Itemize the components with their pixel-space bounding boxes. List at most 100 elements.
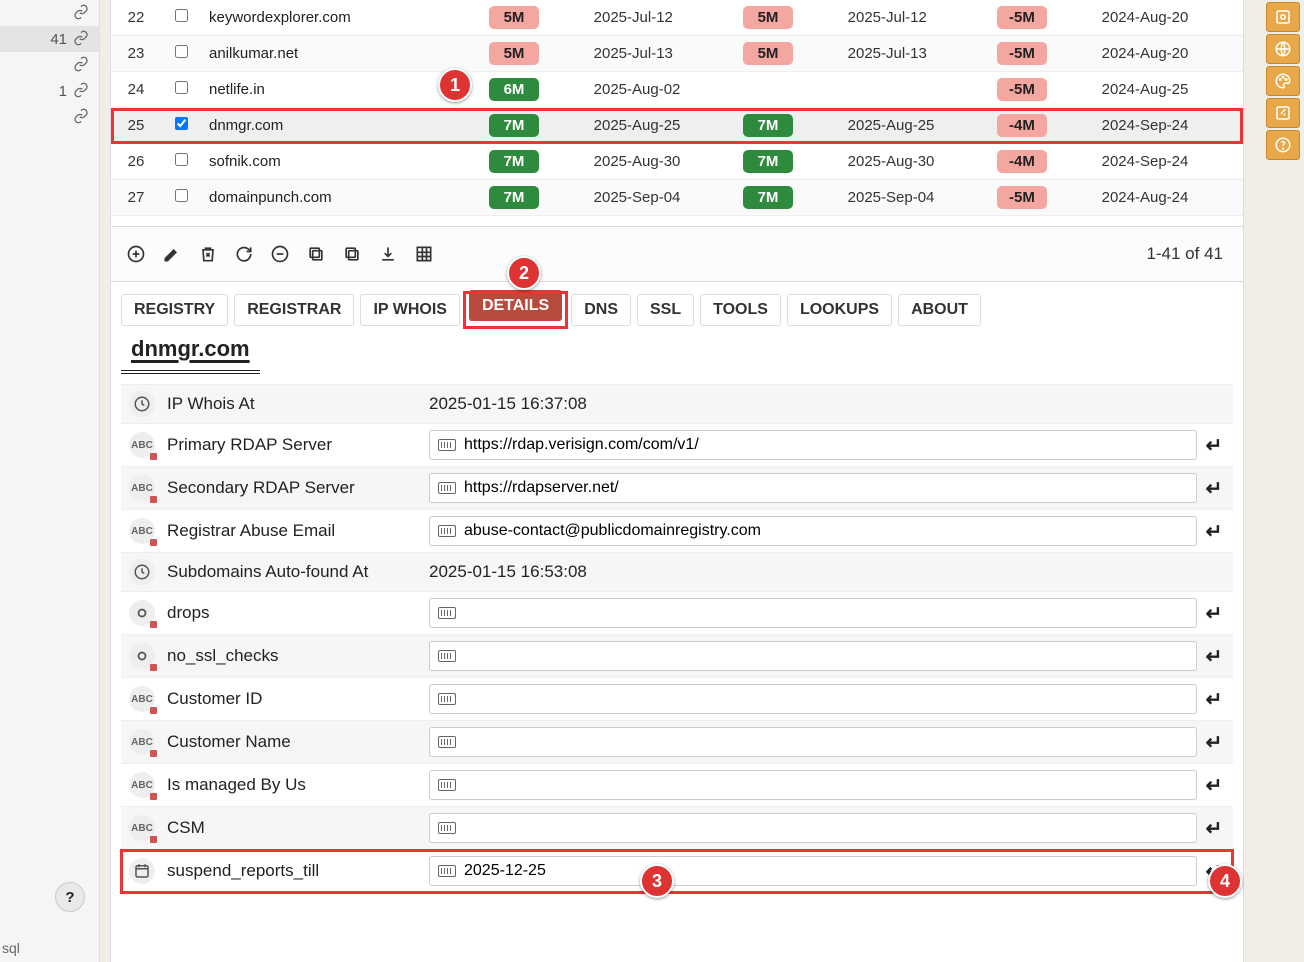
submit-icon[interactable]: ↵	[1203, 476, 1225, 501]
tab-ip-whois[interactable]: IP WHOIS	[360, 294, 460, 326]
row-checkbox[interactable]	[175, 45, 188, 58]
tab-about[interactable]: ABOUT	[898, 294, 981, 326]
detail-input[interactable]	[429, 473, 1197, 503]
date-cell: 2025-Aug-30	[840, 144, 989, 180]
detail-text-input[interactable]	[464, 733, 1188, 751]
detail-text-input[interactable]	[464, 647, 1188, 665]
badge: 7M	[489, 150, 539, 173]
detail-row: ABCRegistrar Abuse Email↵	[121, 510, 1233, 553]
detail-input[interactable]	[429, 770, 1197, 800]
help-icon[interactable]	[1266, 130, 1300, 160]
detail-input[interactable]	[429, 516, 1197, 546]
detail-input[interactable]	[429, 430, 1197, 460]
tab-dns[interactable]: DNS	[571, 294, 631, 326]
row-checkbox[interactable]	[175, 9, 188, 22]
detail-text-input[interactable]	[464, 862, 1188, 880]
palette-icon[interactable]	[1266, 66, 1300, 96]
sidebar-count: 1	[59, 83, 67, 100]
detail-input[interactable]	[429, 641, 1197, 671]
badge: 7M	[743, 150, 793, 173]
detail-value: 2025-01-15 16:53:08	[429, 562, 587, 582]
delete-button[interactable]	[193, 239, 223, 269]
callout-1: 1	[438, 68, 472, 102]
tab-details[interactable]: DETAILS	[469, 290, 562, 321]
help-button[interactable]: ?	[55, 882, 85, 912]
tab-tools[interactable]: TOOLS	[700, 294, 781, 326]
detail-text-input[interactable]	[464, 522, 1188, 540]
sidebar-row-active[interactable]: 41	[0, 26, 99, 52]
domain-cell: domainpunch.com	[201, 180, 481, 216]
submit-icon[interactable]: ↵	[1203, 687, 1225, 712]
text-icon: ABC	[129, 729, 155, 755]
keyboard-icon	[438, 865, 456, 877]
detail-row: drops↵	[121, 592, 1233, 635]
submit-icon[interactable]: ↵	[1203, 816, 1225, 841]
badge: 7M	[489, 114, 539, 137]
table-row[interactable]: 23anilkumar.net5M2025-Jul-135M2025-Jul-1…	[111, 36, 1243, 72]
edit-button[interactable]	[157, 239, 187, 269]
globe-icon[interactable]	[1266, 34, 1300, 64]
refresh-button[interactable]	[229, 239, 259, 269]
row-checkbox[interactable]	[175, 117, 188, 130]
submit-icon[interactable]: ↵	[1203, 773, 1225, 798]
date-cell: 2024-Aug-25	[1094, 72, 1243, 108]
detail-input[interactable]	[429, 727, 1197, 757]
table-row[interactable]: 24netlife.in6M2025-Aug-02-5M2024-Aug-25	[111, 72, 1243, 108]
date-cell: 2025-Aug-02	[586, 72, 735, 108]
detail-text-input[interactable]	[464, 479, 1188, 497]
tab-bar: REGISTRYREGISTRARIP WHOIS DETAILS DNSSSLTO…	[111, 282, 1243, 332]
submit-icon[interactable]: ↵	[1203, 730, 1225, 755]
detail-input[interactable]	[429, 813, 1197, 843]
detail-label: Customer ID	[167, 689, 417, 709]
tab-registrar[interactable]: REGISTRAR	[234, 294, 354, 326]
submit-icon[interactable]: ↵	[1203, 601, 1225, 626]
badge: -5M	[997, 42, 1047, 65]
detail-text-input[interactable]	[464, 819, 1188, 837]
download-button[interactable]	[373, 239, 403, 269]
callout-3: 3	[640, 864, 674, 898]
row-count: 1-41 of 41	[1146, 244, 1233, 264]
settings-icon[interactable]	[1266, 2, 1300, 32]
sidebar-row[interactable]	[0, 0, 99, 26]
date-cell	[840, 72, 989, 108]
sidebar-row[interactable]: 1	[0, 78, 99, 104]
table-row[interactable]: 26sofnik.com7M2025-Aug-307M2025-Aug-30-4…	[111, 144, 1243, 180]
keyboard-icon	[438, 482, 456, 494]
tab-registry[interactable]: REGISTRY	[121, 294, 228, 326]
row-checkbox[interactable]	[175, 189, 188, 202]
detail-text-input[interactable]	[464, 690, 1188, 708]
tab-ssl[interactable]: SSL	[637, 294, 694, 326]
submit-icon[interactable]: ↵	[1203, 519, 1225, 544]
sidebar-row[interactable]	[0, 52, 99, 78]
detail-input[interactable]	[429, 598, 1197, 628]
add-button[interactable]	[121, 239, 151, 269]
sidebar-row[interactable]	[0, 104, 99, 130]
right-toolbar	[1262, 0, 1304, 160]
detail-row: suspend_reports_till↵	[121, 850, 1233, 893]
table-row[interactable]: 22keywordexplorer.com5M2025-Jul-125M2025…	[111, 0, 1243, 36]
detail-row: ABCCustomer Name↵	[121, 721, 1233, 764]
paste-button[interactable]	[337, 239, 367, 269]
detail-text-input[interactable]	[464, 436, 1188, 454]
grid-button[interactable]	[409, 239, 439, 269]
submit-icon[interactable]: ↵	[1203, 644, 1225, 669]
clock-icon	[129, 391, 155, 417]
keyboard-icon	[438, 779, 456, 791]
detail-text-input[interactable]	[464, 604, 1188, 622]
date-cell: 2025-Sep-04	[586, 180, 735, 216]
table-row[interactable]: 27domainpunch.com7M2025-Sep-047M2025-Sep…	[111, 180, 1243, 216]
tab-lookups[interactable]: LOOKUPS	[787, 294, 892, 326]
submit-icon[interactable]: ↵	[1203, 433, 1225, 458]
remove-button[interactable]	[265, 239, 295, 269]
detail-label: CSM	[167, 818, 417, 838]
edit-icon[interactable]	[1266, 98, 1300, 128]
detail-input[interactable]	[429, 684, 1197, 714]
table-row[interactable]: 25dnmgr.com7M2025-Aug-257M2025-Aug-25-4M…	[111, 108, 1243, 144]
row-checkbox[interactable]	[175, 81, 188, 94]
copy-button[interactable]	[301, 239, 331, 269]
link-icon	[73, 82, 91, 100]
row-checkbox[interactable]	[175, 153, 188, 166]
detail-text-input[interactable]	[464, 776, 1188, 794]
date-cell: 2025-Jul-12	[840, 0, 989, 36]
detail-input[interactable]	[429, 856, 1197, 886]
